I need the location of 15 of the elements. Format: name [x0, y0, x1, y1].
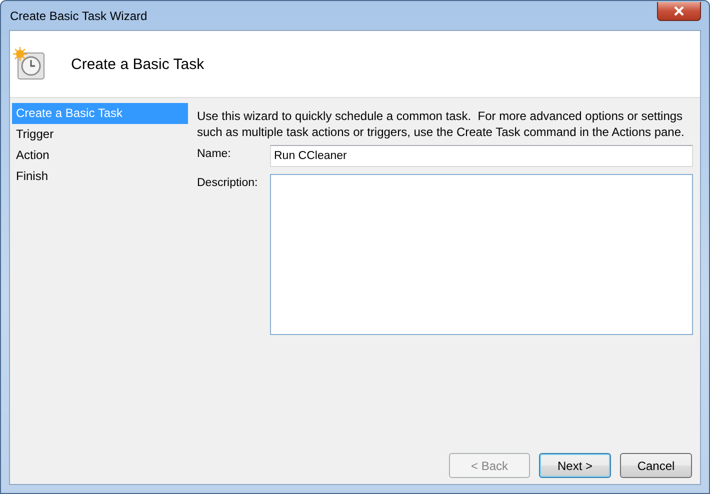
name-label: Name:	[197, 147, 232, 162]
wizard-button[interactable]: Cancel	[620, 453, 692, 478]
step-item[interactable]: Action	[12, 145, 188, 166]
step-item[interactable]: Finish	[12, 166, 188, 187]
step-item[interactable]: Trigger	[12, 124, 188, 145]
intro-text: Use this wizard to quickly schedule a common task. For more advanced options or settings such as multiple task actions or triggers, use the Create Task command in the Actions pane.	[197, 108, 686, 140]
close-icon	[673, 6, 685, 16]
close-button[interactable]	[657, 2, 701, 21]
page-title: Create a Basic Task	[71, 56, 204, 72]
name-field[interactable]: Run CCleaner	[270, 145, 693, 167]
wizard-button[interactable]: Next >	[539, 453, 611, 478]
description-field[interactable]	[270, 174, 693, 335]
description-label: Description:	[197, 176, 259, 191]
clock-icon	[13, 47, 47, 81]
window-title: Create Basic Task Wizard	[9, 8, 148, 22]
